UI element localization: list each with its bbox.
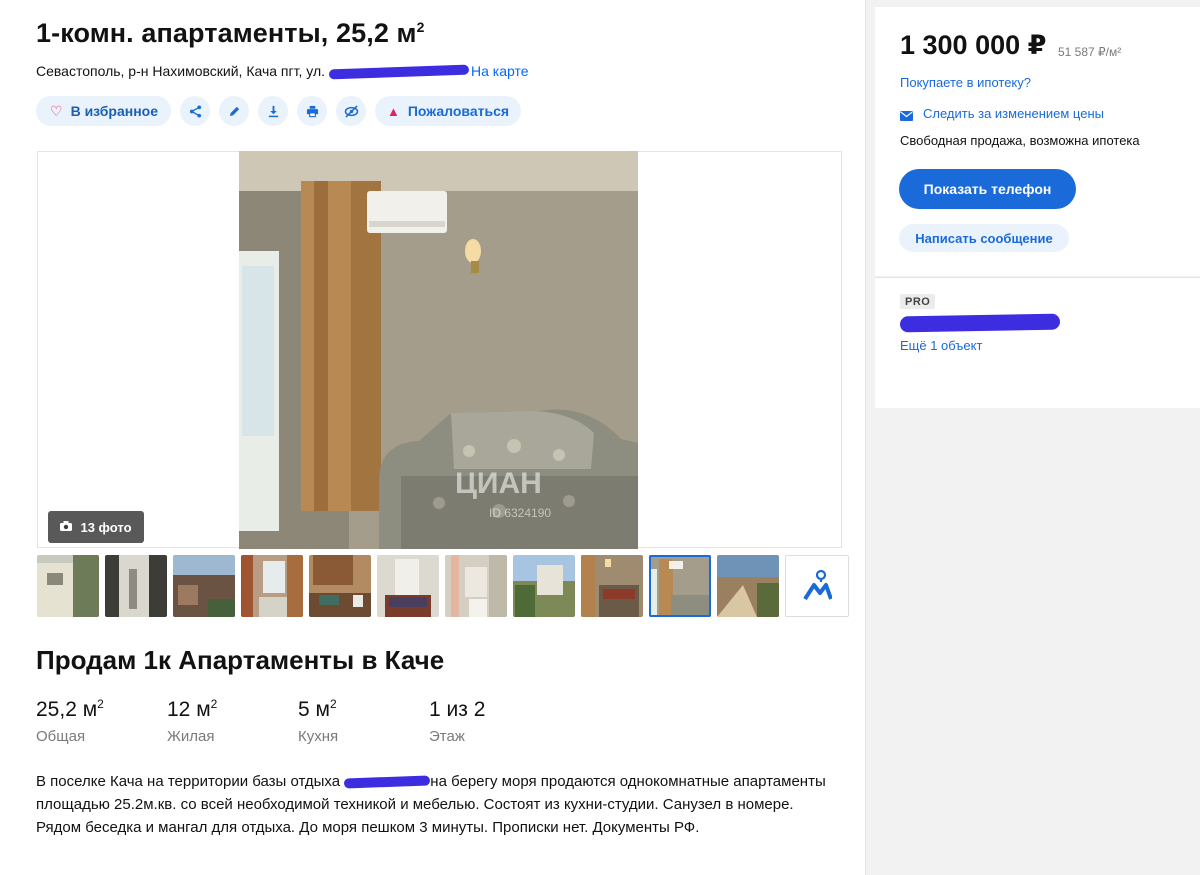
listing-main: 1-комн. апартаменты, 25,2 м2 Севастополь… (0, 0, 866, 875)
thumbnail[interactable] (173, 555, 235, 617)
map-pin-icon (803, 569, 832, 601)
write-message-button[interactable]: Написать сообщение (899, 224, 1069, 252)
thumbnail[interactable] (377, 555, 439, 617)
download-button[interactable] (258, 96, 288, 126)
fact-value: 5 м2 (298, 697, 337, 721)
pencil-icon (229, 106, 239, 116)
watch-price-label: Следить за изменением цены (923, 106, 1104, 121)
show-phone-button[interactable]: Показать телефон (899, 169, 1076, 209)
fact-value: 25,2 м2 (36, 697, 104, 721)
price: 1 300 000 ₽ (900, 30, 1047, 60)
page-title: 1-комн. апартаменты, 25,2 м2 (36, 18, 425, 48)
edit-button[interactable] (219, 96, 249, 126)
hide-button[interactable] (336, 96, 366, 126)
thumbnail[interactable] (581, 555, 643, 617)
listing-subtitle: Продам 1к Апартаменты в Каче (36, 645, 445, 675)
thumbnail[interactable] (241, 555, 303, 617)
fact-living-area: 12 м2 Жилая (167, 698, 298, 745)
thumbnail[interactable] (105, 555, 167, 617)
map-thumbnail[interactable] (785, 555, 849, 617)
fact-label: Кухня (298, 728, 339, 745)
fact-label: Этаж (429, 728, 465, 745)
photo-gallery[interactable]: ЦИАН ID 6324190 13 фото (37, 151, 842, 549)
thumbnail[interactable] (717, 555, 779, 617)
watch-price-link[interactable]: Следить за изменением цены (900, 106, 1104, 121)
redaction-mark (328, 64, 470, 80)
agent-card: PRO Ещё 1 объект (875, 277, 1200, 408)
report-button[interactable]: ▲ Пожаловаться (375, 96, 521, 126)
thumbnail[interactable] (513, 555, 575, 617)
action-bar: ♡ В избранное ▲ Пожаловаться (36, 96, 521, 126)
description: В поселке Кача на территории базы отдыха… (36, 770, 826, 839)
download-icon (268, 105, 278, 117)
fact-kitchen-area: 5 м2 Кухня (298, 698, 429, 745)
mortgage-link[interactable]: Покупаете в ипотеку? (900, 75, 1031, 90)
thumbnail-strip (37, 555, 849, 617)
heart-icon: ♡ (50, 102, 63, 119)
printer-icon (306, 105, 318, 117)
more-objects-link[interactable]: Ещё 1 объект (900, 338, 982, 353)
fact-label: Жилая (167, 728, 215, 745)
fact-value: 12 м2 (167, 697, 218, 721)
thumbnail[interactable] (37, 555, 99, 617)
price-per-meter: 51 587 ₽/м² (1058, 45, 1122, 59)
room-photo: ЦИАН ID 6324190 (239, 151, 638, 549)
address-text: Севастополь, р-н Нахимовский, Кача пгт, … (36, 63, 326, 79)
photo-count-badge[interactable]: 13 фото (48, 511, 144, 543)
sale-note: Свободная продажа, возможна ипотека (900, 133, 1140, 148)
photo-watermark: ЦИАН (455, 467, 542, 500)
address: Севастополь, р-н Нахимовский, Кача пгт, … (36, 63, 529, 80)
envelope-icon (900, 109, 913, 121)
description-text: В поселке Кача на территории базы отдыха (36, 773, 345, 790)
share-icon (189, 104, 201, 118)
fact-value: 1 из 2 (429, 698, 486, 721)
redaction-mark (344, 775, 431, 789)
eye-slash-icon (344, 104, 358, 118)
share-button[interactable] (180, 96, 210, 126)
agent-name-redacted[interactable] (899, 313, 1061, 333)
fact-label: Общая (36, 728, 86, 745)
thumbnail[interactable] (309, 555, 371, 617)
map-link[interactable]: На карте (471, 63, 529, 79)
thumbnail[interactable] (445, 555, 507, 617)
price-card: 1 300 000 ₽ 51 587 ₽/м² Покупаете в ипот… (875, 7, 1200, 276)
fact-floor: 1 из 2 Этаж (429, 698, 560, 745)
favorite-button[interactable]: ♡ В избранное (36, 96, 171, 126)
photo-watermark-id: ID 6324190 (489, 506, 551, 520)
fact-total-area: 25,2 м2 Общая (36, 698, 167, 745)
pro-badge: PRO (900, 294, 936, 309)
favorite-label: В избранное (70, 103, 159, 119)
main-photo[interactable]: ЦИАН ID 6324190 (239, 151, 638, 549)
thumbnail[interactable] (649, 555, 711, 617)
report-label: Пожаловаться (407, 103, 510, 119)
facts-row: 25,2 м2 Общая 12 м2 Жилая 5 м2 Кухня 1 и… (36, 698, 560, 745)
photo-count-label: 13 фото (80, 519, 132, 535)
camera-icon (60, 520, 73, 534)
print-button[interactable] (297, 96, 327, 126)
warning-icon: ▲ (386, 103, 400, 119)
